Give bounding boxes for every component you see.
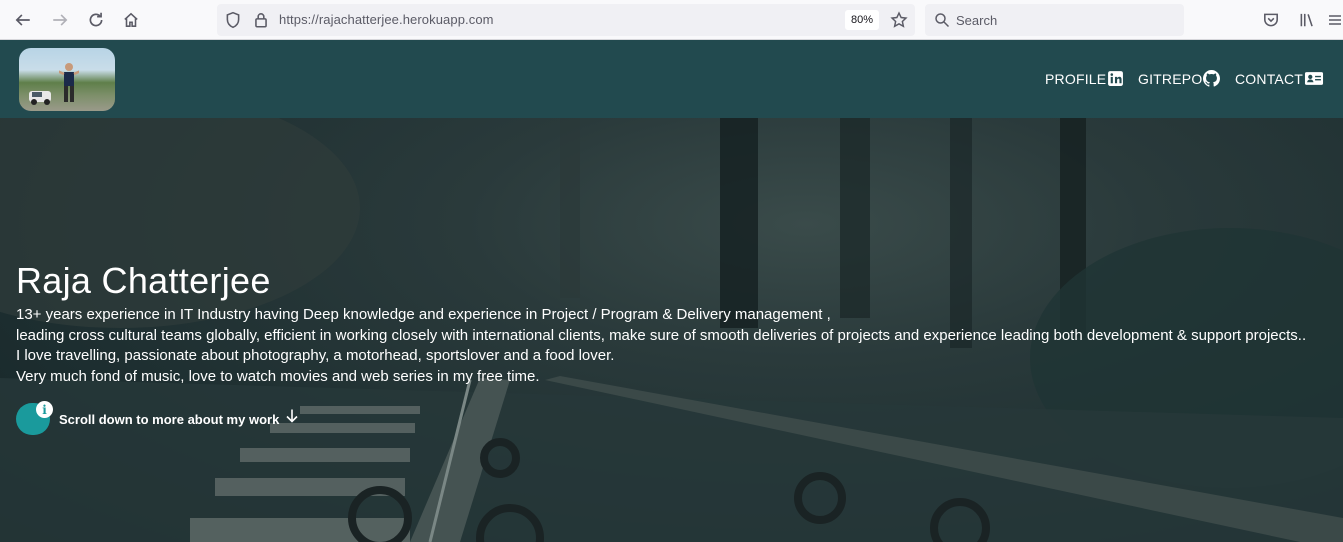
nav-profile-label[interactable]: PROFILE xyxy=(1045,71,1106,87)
hero-description-line: Very much fond of music, love to watch m… xyxy=(16,368,540,385)
hero-description-line: I love travelling, passionate about phot… xyxy=(16,347,615,364)
person-graphic xyxy=(59,63,79,102)
menu-icon[interactable] xyxy=(1327,8,1343,32)
nav-gitrepo-label[interactable]: GITREPO xyxy=(1138,71,1202,87)
linkedin-icon[interactable] xyxy=(1107,70,1124,87)
home-icon[interactable] xyxy=(119,8,143,32)
hero-section: Raja Chatterjee 13+ years experience in … xyxy=(0,118,1343,542)
arrow-down-icon[interactable] xyxy=(284,408,300,424)
contact-card-icon[interactable] xyxy=(1304,70,1324,87)
car-graphic xyxy=(29,91,51,105)
info-toggle[interactable]: i xyxy=(16,401,53,435)
lock-icon[interactable] xyxy=(252,11,270,29)
search-icon xyxy=(935,13,950,28)
browser-toolbar: https://rajachatterjee.herokuapp.com 80%… xyxy=(0,0,1343,40)
info-icon[interactable]: i xyxy=(36,401,53,418)
hero-description-line: 13+ years experience in IT Industry havi… xyxy=(16,306,831,323)
nav-contact[interactable]: CONTACT xyxy=(1235,70,1324,87)
search-placeholder: Search xyxy=(956,13,998,28)
url-bar[interactable]: https://rajachatterjee.herokuapp.com 80% xyxy=(217,4,915,36)
forward-icon[interactable] xyxy=(48,8,72,32)
url-text[interactable]: https://rajachatterjee.herokuapp.com xyxy=(279,12,494,27)
back-icon[interactable] xyxy=(11,8,35,32)
pocket-icon[interactable] xyxy=(1259,8,1283,32)
search-bar[interactable]: Search xyxy=(925,4,1184,36)
nav-contact-label[interactable]: CONTACT xyxy=(1235,71,1303,87)
hero-description-line: leading cross cultural teams globally, e… xyxy=(16,327,1307,344)
reload-icon[interactable] xyxy=(84,8,108,32)
nav-profile[interactable]: PROFILE xyxy=(1045,70,1124,87)
hero-name: Raja Chatterjee xyxy=(16,260,271,301)
github-icon[interactable] xyxy=(1203,70,1221,87)
zoom-level[interactable]: 80% xyxy=(845,10,879,30)
scroll-down-link[interactable]: i Scroll down to more about my work xyxy=(16,401,300,436)
bookmark-star-icon[interactable] xyxy=(890,11,908,29)
profile-photo[interactable] xyxy=(19,48,115,111)
site-header: PROFILE GITREPO CONTACT xyxy=(0,40,1343,118)
shield-icon[interactable] xyxy=(224,11,242,29)
library-icon[interactable] xyxy=(1295,8,1319,32)
scroll-down-label[interactable]: Scroll down to more about my work xyxy=(59,412,279,427)
nav-gitrepo[interactable]: GITREPO xyxy=(1138,70,1221,87)
